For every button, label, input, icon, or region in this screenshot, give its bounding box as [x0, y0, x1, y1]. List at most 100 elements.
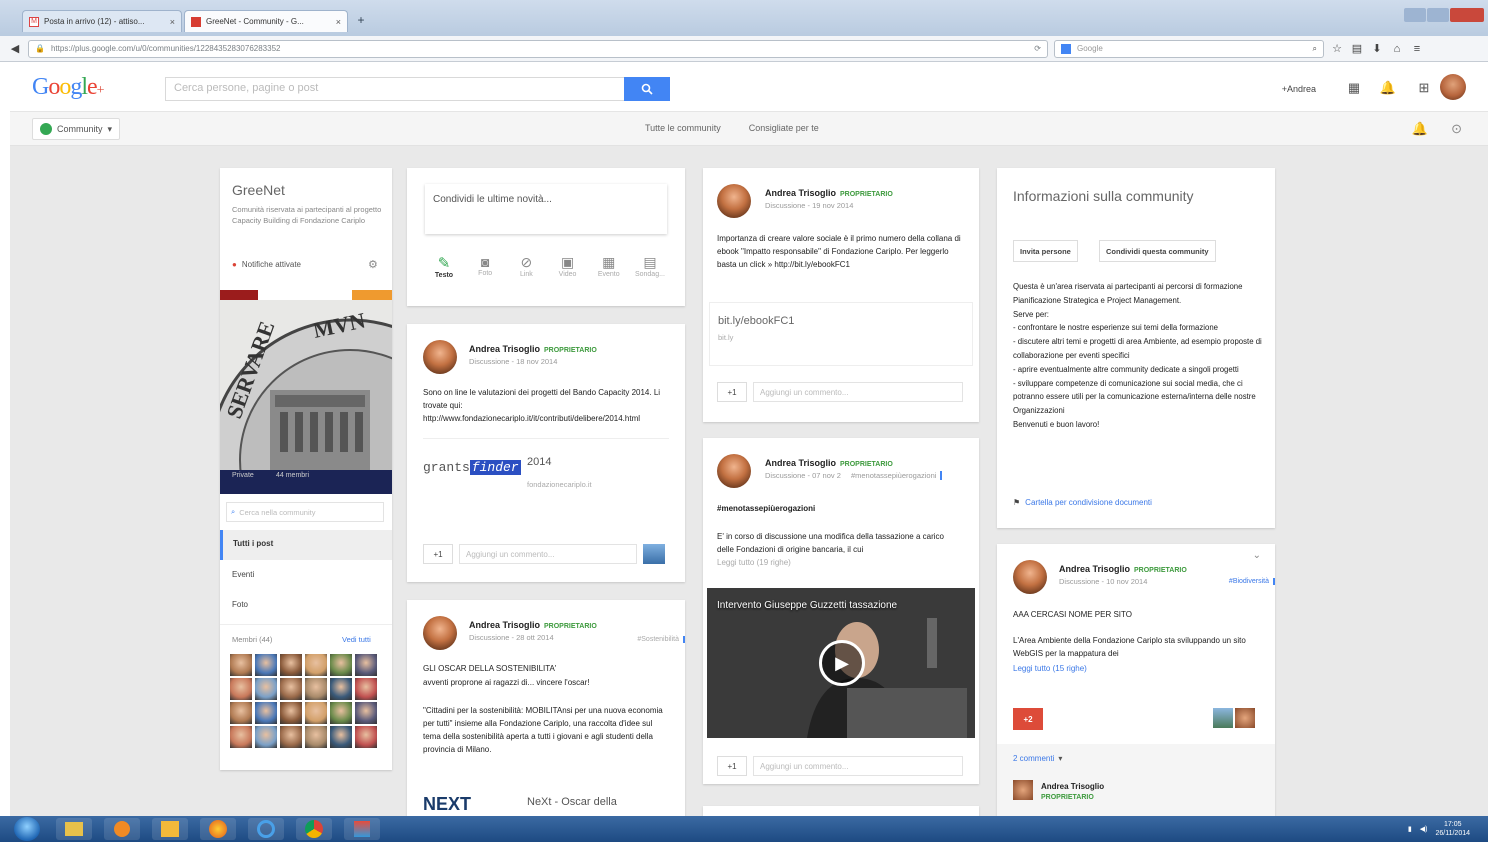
back-icon[interactable]: ◀: [8, 42, 22, 56]
member-avatar[interactable]: [280, 702, 302, 724]
volume-icon[interactable]: ◀): [1420, 825, 1428, 833]
hashtag-label[interactable]: #Sostenibilità: [637, 636, 685, 643]
media-player-icon[interactable]: [104, 818, 140, 840]
link-title[interactable]: NeXt - Oscar della: [527, 796, 617, 808]
member-avatar[interactable]: [330, 702, 352, 724]
gplus-search-input[interactable]: Cerca persone, pagine o post: [165, 77, 625, 101]
bell-outline-icon[interactable]: 🔔: [1412, 121, 1428, 137]
comments-toggle[interactable]: 2 commenti ▾: [1013, 754, 1062, 763]
hashtag-label[interactable]: #Biodiversità: [1229, 578, 1275, 585]
apps-grid-icon[interactable]: ▦: [1346, 80, 1362, 96]
chevron-down-icon[interactable]: ⌄: [1253, 550, 1261, 561]
clock[interactable]: 17:05 26/11/2014: [1435, 820, 1470, 838]
read-more-link[interactable]: Leggi tutto (15 righe): [1013, 664, 1087, 673]
share-image-icon[interactable]: [643, 544, 665, 564]
close-tab-icon[interactable]: ×: [336, 17, 341, 27]
member-avatar[interactable]: [280, 726, 302, 748]
action-text[interactable]: ✎ Testo: [425, 254, 463, 279]
folder-link[interactable]: ⚑ Cartella per condivisione documenti: [1013, 498, 1152, 507]
action-poll[interactable]: ▤ Sondag...: [631, 254, 669, 279]
download-icon[interactable]: ⬇: [1370, 42, 1384, 56]
commenter-name[interactable]: Andrea Trisoglio: [1041, 782, 1104, 791]
browser-tab-gmail[interactable]: M Posta in arrivo (12) - attiso... ×: [22, 10, 182, 32]
magnifier-icon[interactable]: ⌕: [1313, 44, 1317, 54]
address-bar[interactable]: 🔒 https://plus.google.com/u/0/communitie…: [28, 39, 1048, 58]
share-community-button[interactable]: Condividi questa community: [1099, 240, 1216, 262]
member-avatar[interactable]: [330, 654, 352, 676]
avatar[interactable]: [1013, 560, 1047, 594]
user-name-link[interactable]: +Andrea: [1282, 84, 1316, 94]
action-event[interactable]: ▦ Evento: [590, 254, 628, 279]
browser-search-box[interactable]: Google ⌕: [1054, 39, 1324, 58]
menu-icon[interactable]: ≡: [1410, 42, 1424, 56]
author-name[interactable]: Andrea Trisoglio: [469, 620, 540, 630]
home-icon[interactable]: ⌂: [1390, 42, 1404, 56]
gplus-logo[interactable]: Google+: [32, 74, 105, 101]
grantsfinder-logo[interactable]: grants finder: [423, 460, 521, 475]
plus-one-button[interactable]: +1: [423, 544, 453, 564]
avatar[interactable]: [423, 340, 457, 374]
post-hashtag[interactable]: #menotassepiùerogazioni: [717, 502, 963, 515]
start-button[interactable]: [14, 817, 40, 841]
member-avatar[interactable]: [355, 678, 377, 700]
member-avatar[interactable]: [230, 702, 252, 724]
nav-events[interactable]: Eventi: [232, 570, 254, 579]
member-avatar[interactable]: [330, 678, 352, 700]
chrome-icon[interactable]: [296, 818, 332, 840]
author-name[interactable]: Andrea Trisoglio: [765, 188, 836, 198]
new-tab-button[interactable]: +: [352, 13, 370, 29]
member-avatar[interactable]: [255, 678, 277, 700]
browser-tab-greenet[interactable]: GreeNet - Community - G... ×: [184, 10, 348, 32]
internet-explorer-icon[interactable]: [248, 818, 284, 840]
member-avatar[interactable]: [355, 726, 377, 748]
minimize-button[interactable]: [1404, 8, 1426, 22]
community-menu-button[interactable]: Community ▾: [32, 118, 121, 140]
gplus-search-button[interactable]: [624, 77, 670, 101]
avatar[interactable]: [423, 616, 457, 650]
member-avatar[interactable]: [355, 702, 377, 724]
plus-one-button[interactable]: +2: [1013, 708, 1043, 730]
author-name[interactable]: Andrea Trisoglio: [765, 458, 836, 468]
member-avatar[interactable]: [305, 654, 327, 676]
avatar[interactable]: [717, 454, 751, 488]
hashtag-label[interactable]: #menotassepiùerogazioni: [850, 471, 943, 480]
nav-photos[interactable]: Foto: [232, 600, 248, 609]
member-avatar[interactable]: [305, 678, 327, 700]
member-avatar[interactable]: [355, 654, 377, 676]
close-tab-icon[interactable]: ×: [170, 17, 175, 27]
member-avatar[interactable]: [305, 726, 327, 748]
author-name[interactable]: Andrea Trisoglio: [1059, 564, 1130, 574]
member-avatar[interactable]: [330, 726, 352, 748]
see-all-members-link[interactable]: Vedi tutti: [342, 635, 371, 644]
plus-one-button[interactable]: +1: [717, 382, 747, 402]
video-player[interactable]: Intervento Giuseppe Guzzetti tassazione …: [707, 588, 975, 738]
comment-input[interactable]: Aggiungi un commento...: [753, 756, 963, 776]
member-avatar[interactable]: [230, 678, 252, 700]
member-avatar[interactable]: [305, 702, 327, 724]
play-icon[interactable]: ▶: [819, 640, 865, 686]
tab-all-communities[interactable]: Tutte le community: [645, 123, 721, 133]
action-photo[interactable]: ◙ Foto: [466, 254, 504, 279]
member-avatar[interactable]: [255, 726, 277, 748]
notifications-bell-icon[interactable]: 🔔: [1380, 80, 1396, 96]
network-icon[interactable]: ▮: [1408, 825, 1412, 833]
next-logo[interactable]: NEXT: [423, 794, 471, 815]
avatar[interactable]: [717, 184, 751, 218]
author-name[interactable]: Andrea Trisoglio: [469, 344, 540, 354]
share-input[interactable]: Condividi le ultime novità...: [425, 184, 667, 234]
member-avatar[interactable]: [230, 654, 252, 676]
share-box-icon[interactable]: ⊞: [1416, 80, 1432, 96]
invite-people-button[interactable]: Invita persone: [1013, 240, 1078, 262]
maximize-button[interactable]: [1427, 8, 1449, 22]
reload-icon[interactable]: ⟳: [1034, 44, 1041, 53]
location-icon[interactable]: ⊙: [1451, 121, 1462, 137]
read-more-link[interactable]: Leggi tutto (19 righe): [717, 558, 791, 567]
link-preview[interactable]: bit.ly/ebookFC1 bit.ly: [709, 302, 973, 366]
gear-icon[interactable]: ⚙: [368, 258, 378, 271]
member-avatar[interactable]: [255, 702, 277, 724]
outlook-icon[interactable]: [152, 818, 188, 840]
action-link[interactable]: ⊘ Link: [507, 254, 545, 279]
nav-all-posts[interactable]: Tutti i post: [220, 530, 392, 560]
member-avatar[interactable]: [230, 726, 252, 748]
member-avatar[interactable]: [280, 678, 302, 700]
